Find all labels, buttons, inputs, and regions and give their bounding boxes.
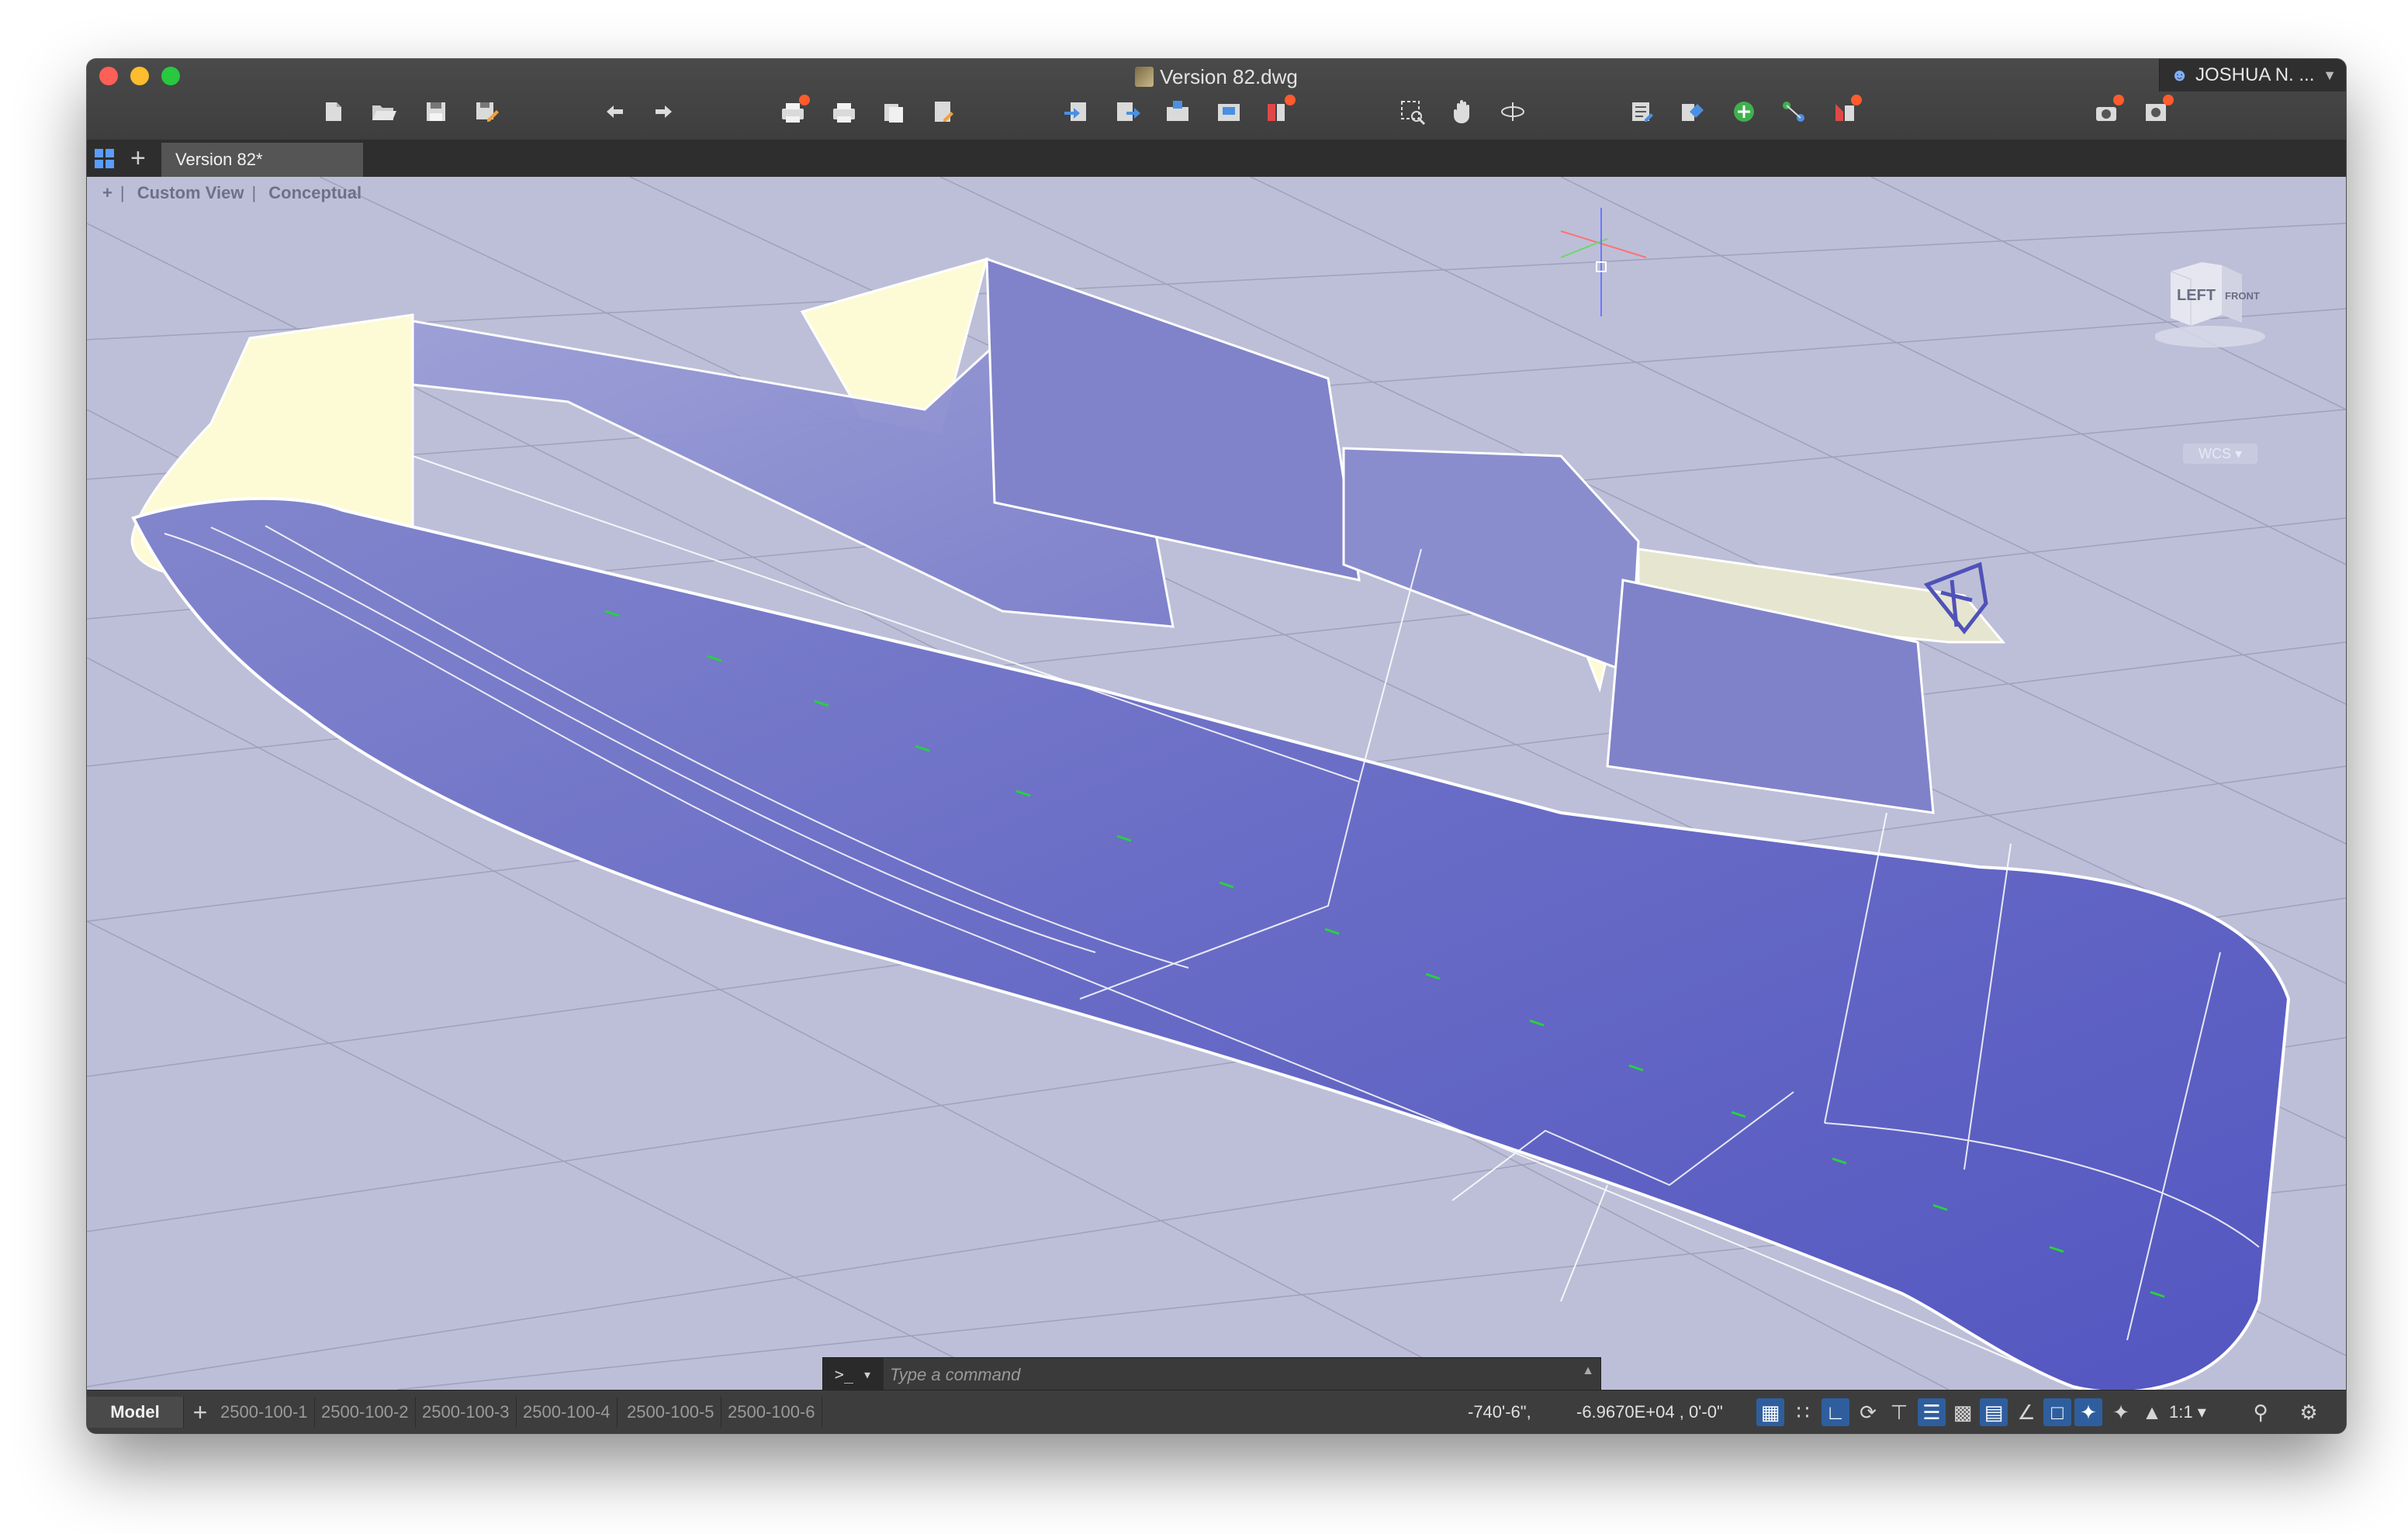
- add-layout-button[interactable]: +: [186, 1397, 214, 1428]
- polar-tracking-icon[interactable]: ⟳: [1854, 1398, 1882, 1426]
- transparency-icon[interactable]: ▩: [1949, 1398, 1977, 1426]
- annotation-scale-icon[interactable]: ▲: [2138, 1398, 2166, 1426]
- visual-style-menu[interactable]: Conceptual: [268, 183, 362, 202]
- workspace-icon[interactable]: ⚲: [2247, 1398, 2275, 1426]
- publish-icon[interactable]: [878, 96, 909, 127]
- ortho-icon[interactable]: ∟: [1822, 1398, 1849, 1426]
- print-icon[interactable]: [829, 96, 860, 127]
- window-title-text: Version 82.dwg: [1160, 65, 1298, 88]
- coordinate-x: -740'-6",: [1468, 1402, 1531, 1422]
- wcs-label: WCS: [2198, 446, 2231, 461]
- user-icon: ☻: [2171, 65, 2189, 85]
- tab-layout-6[interactable]: 2500-100-6: [721, 1397, 822, 1428]
- tab-layout-4[interactable]: 2500-100-4: [517, 1397, 618, 1428]
- document-tab-bar: + Version 82*: [87, 140, 2346, 178]
- app-window: Version 82.dwg ☻ JOSHUA N. ... ▼ + Versi…: [87, 59, 2346, 1433]
- title-bar: Version 82.dwg ☻ JOSHUA N. ... ▼: [87, 59, 2346, 140]
- redo-icon[interactable]: [649, 96, 680, 127]
- viewport-plus-menu[interactable]: +: [102, 183, 112, 202]
- chevron-up-icon[interactable]: ▲: [1582, 1364, 1594, 1378]
- add-icon[interactable]: [1728, 96, 1759, 127]
- tab-layout-2[interactable]: 2500-100-2: [315, 1397, 416, 1428]
- command-prompt-button[interactable]: >_ ▾: [823, 1358, 884, 1391]
- viewport-canvas: [87, 177, 2346, 1390]
- selection-cycling-icon[interactable]: ▤: [1980, 1398, 2008, 1426]
- save-as-icon[interactable]: [470, 96, 501, 127]
- command-input[interactable]: [888, 1361, 1574, 1389]
- properties-icon[interactable]: [1626, 96, 1657, 127]
- block-icon[interactable]: [1677, 96, 1708, 127]
- viewcube[interactable]: LEFT FRONT: [2155, 251, 2271, 352]
- lineweight-icon[interactable]: ☰: [1918, 1398, 1946, 1426]
- import-icon[interactable]: [1061, 96, 1092, 127]
- tab-version-82[interactable]: Version 82*: [161, 143, 363, 177]
- xref-icon[interactable]: [1213, 96, 1244, 127]
- viewport-controls[interactable]: + | Custom View | Conceptual: [102, 183, 369, 203]
- command-line: >_ ▾ ▲: [822, 1357, 1601, 1391]
- tab-model[interactable]: Model: [87, 1397, 184, 1428]
- prompt-symbol: >_: [834, 1365, 853, 1384]
- wcs-menu[interactable]: WCS ▾: [2183, 444, 2258, 464]
- pan-hand-icon[interactable]: [1448, 96, 1479, 127]
- grid-display-icon[interactable]: ▦: [1756, 1398, 1784, 1426]
- ucs-axis: [1560, 208, 1647, 316]
- snap-mode-icon[interactable]: ∷: [1789, 1398, 1817, 1426]
- measure-icon[interactable]: [1829, 95, 1862, 127]
- window-title: Version 82.dwg: [87, 64, 2346, 90]
- attach-icon[interactable]: [1162, 96, 1193, 127]
- undo-icon[interactable]: [599, 96, 630, 127]
- render-icon[interactable]: [2091, 95, 2124, 127]
- dwg-file-icon: [1135, 67, 1154, 87]
- chevron-down-icon: ▼: [2323, 67, 2337, 83]
- tab-layout-5[interactable]: 2500-100-5: [621, 1397, 721, 1428]
- new-tab-button[interactable]: +: [130, 143, 146, 174]
- scale-label: 1:1: [2169, 1402, 2193, 1422]
- anno-visibility-icon[interactable]: ✦: [2074, 1398, 2102, 1426]
- open-icon[interactable]: [368, 96, 399, 127]
- view-menu[interactable]: Custom View: [137, 183, 244, 202]
- customize-icon[interactable]: ⚙: [2295, 1398, 2323, 1426]
- annotation-icon[interactable]: □: [2043, 1398, 2071, 1426]
- orbit-icon[interactable]: [1497, 96, 1528, 127]
- tab-layout-1[interactable]: 2500-100-1: [214, 1397, 315, 1428]
- model-viewport[interactable]: + | Custom View | Conceptual LEFT FRONT WC…: [87, 177, 2346, 1390]
- zoom-window-icon[interactable]: [1396, 96, 1427, 127]
- status-bar: Model + 2500-100-1 2500-100-2 2500-100-3…: [87, 1390, 2346, 1433]
- tab-layout-3[interactable]: 2500-100-3: [416, 1397, 517, 1428]
- user-name: JOSHUA N. ...: [2195, 64, 2315, 85]
- settings-icon[interactable]: [2141, 95, 2174, 127]
- new-icon[interactable]: [318, 96, 349, 127]
- layers-icon[interactable]: [1263, 95, 1296, 127]
- viewcube-front-face[interactable]: FRONT: [2225, 290, 2260, 302]
- coordinate-yz: -6.9670E+04 , 0'-0": [1576, 1402, 1723, 1422]
- dynamic-ucs-icon[interactable]: ∠: [2012, 1398, 2040, 1426]
- start-grid-icon[interactable]: [95, 149, 115, 169]
- plot-icon[interactable]: [777, 95, 810, 127]
- page-setup-icon[interactable]: [928, 96, 959, 127]
- object-snap-icon[interactable]: ⊤: [1885, 1398, 1913, 1426]
- viewcube-left-face[interactable]: LEFT: [2177, 287, 2216, 305]
- auto-scale-icon[interactable]: ✦: [2107, 1398, 2135, 1426]
- annotation-scale-value[interactable]: 1:1 ▾: [2169, 1397, 2206, 1428]
- export-icon[interactable]: [1111, 96, 1142, 127]
- connect-icon[interactable]: [1778, 96, 1809, 127]
- save-icon[interactable]: [420, 96, 452, 127]
- user-menu[interactable]: ☻ JOSHUA N. ... ▼: [2159, 59, 2346, 92]
